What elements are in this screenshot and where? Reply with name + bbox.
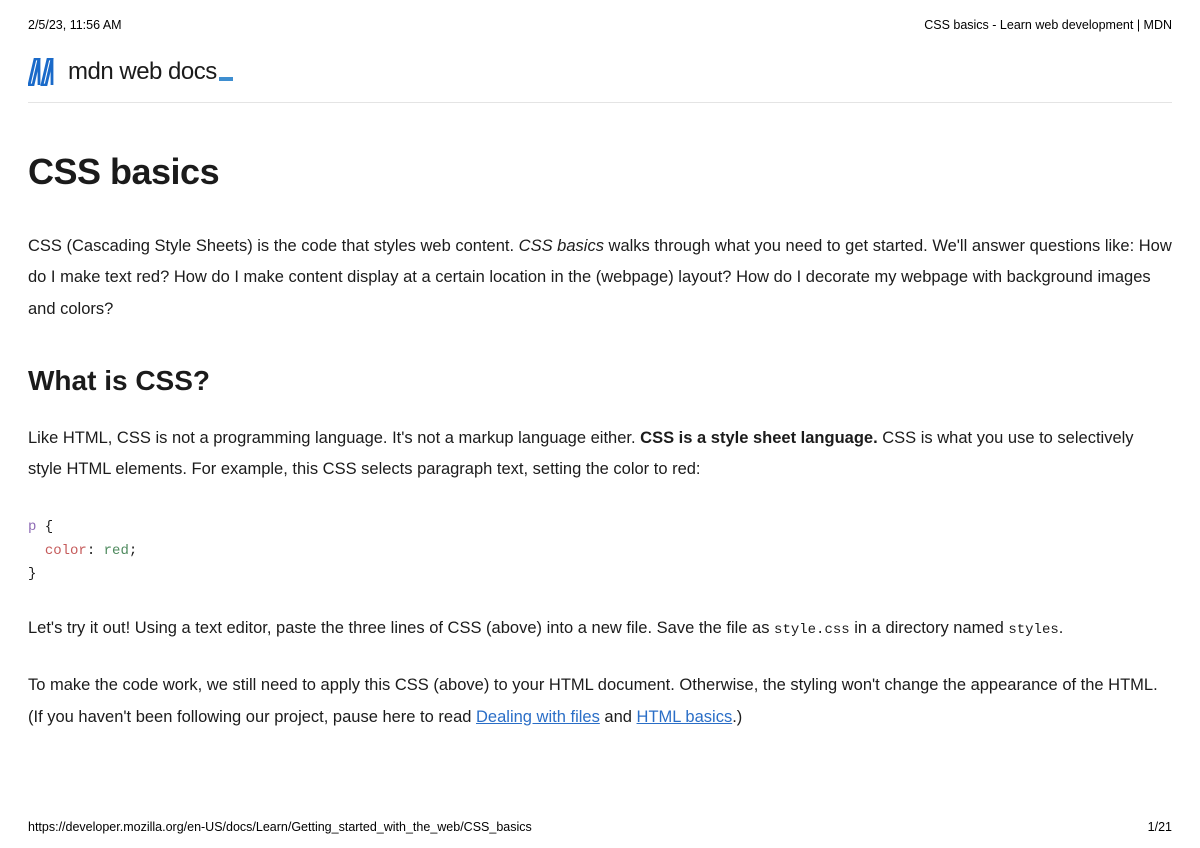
intro-text-1: CSS (Cascading Style Sheets) is the code…	[28, 237, 519, 255]
inline-code-styles: styles	[1008, 622, 1058, 638]
footer-url: https://developer.mozilla.org/en-US/docs…	[28, 820, 532, 834]
section1-para3: To make the code work, we still need to …	[28, 670, 1172, 733]
link-dealing-with-files[interactable]: Dealing with files	[476, 708, 600, 726]
inline-code-stylecss: style.css	[774, 622, 850, 638]
site-logo[interactable]: mdn web docs	[28, 58, 1172, 103]
code-line-2: color: red;	[28, 540, 1172, 564]
footer-page-number: 1/21	[1148, 820, 1172, 834]
code-example-css: p { color: red; }	[28, 516, 1172, 587]
print-datetime: 2/5/23, 11:56 AM	[28, 18, 122, 32]
intro-paragraph: CSS (Cascading Style Sheets) is the code…	[28, 231, 1172, 325]
para2-text-3: .	[1059, 619, 1064, 637]
code-line-1: p {	[28, 516, 1172, 540]
code-brace-open: {	[36, 519, 53, 535]
para2-text-2: in a directory named	[850, 619, 1009, 637]
section1-para1: Like HTML, CSS is not a programming lang…	[28, 423, 1172, 486]
print-header: 2/5/23, 11:56 AM CSS basics - Learn web …	[0, 0, 1200, 40]
code-line-3: }	[28, 563, 1172, 587]
para1-text-1: Like HTML, CSS is not a programming lang…	[28, 429, 640, 447]
para2-text-1: Let's try it out! Using a text editor, p…	[28, 619, 774, 637]
print-footer: https://developer.mozilla.org/en-US/docs…	[28, 820, 1172, 834]
page-title: CSS basics	[28, 151, 1172, 193]
print-page-title: CSS basics - Learn web development | MDN	[924, 18, 1172, 32]
section-heading-what-is-css: What is CSS?	[28, 365, 1172, 397]
section1-para2: Let's try it out! Using a text editor, p…	[28, 613, 1172, 644]
para3-text-mid: and	[600, 708, 637, 726]
logo-underscore-icon	[219, 77, 233, 81]
code-colon: :	[87, 543, 104, 559]
mdn-logo-icon	[28, 58, 60, 86]
para1-bold: CSS is a style sheet language.	[640, 429, 878, 447]
para3-text-end: .)	[732, 708, 742, 726]
link-html-basics[interactable]: HTML basics	[637, 708, 733, 726]
code-value: red	[104, 543, 129, 559]
logo-brand-label: mdn web docs	[68, 58, 217, 85]
intro-italic: CSS basics	[519, 237, 604, 255]
content-area: mdn web docs CSS basics CSS (Cascading S…	[0, 40, 1200, 733]
logo-text: mdn web docs	[68, 58, 233, 86]
code-property: color	[45, 543, 87, 559]
code-semicolon: ;	[129, 543, 137, 559]
